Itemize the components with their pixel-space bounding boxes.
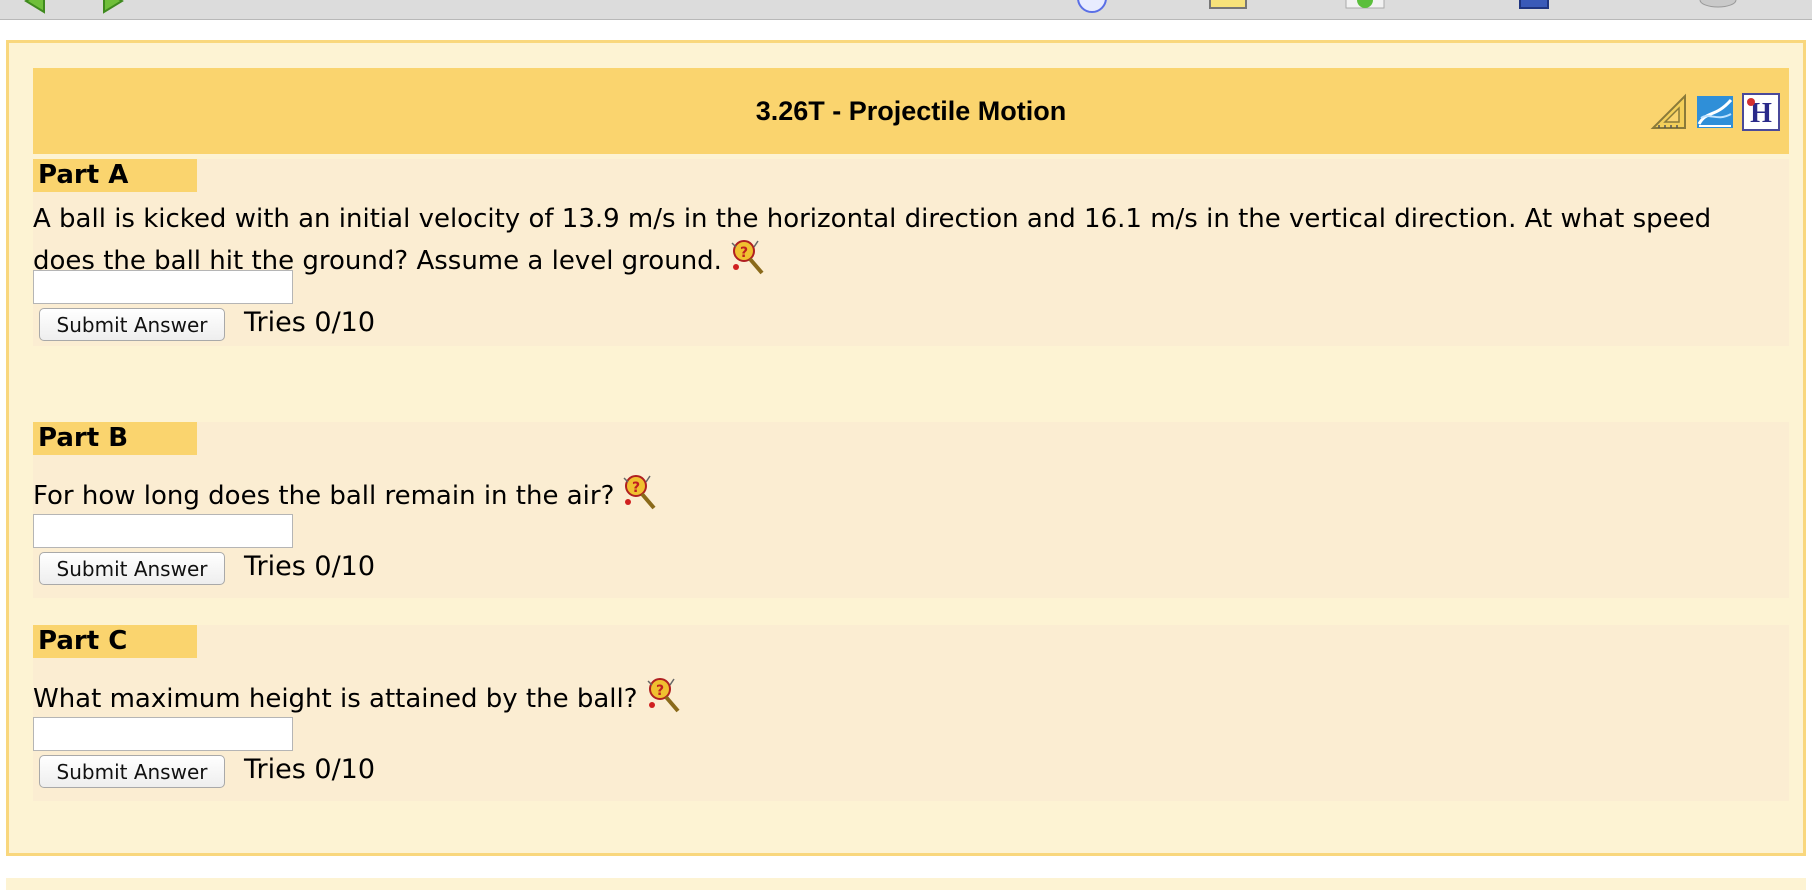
next-problem-panel [6,878,1806,890]
hint-icon[interactable]: ? [620,472,660,512]
back-arrow-icon[interactable] [20,0,50,18]
problem-header: 3.26T - Projectile Motion H [33,68,1789,154]
hint-icon[interactable]: ? [728,237,768,277]
part-b-answer-input[interactable] [33,514,293,548]
problem-title: 3.26T - Projectile Motion [755,96,1067,126]
part-b: Part B For how long does the ball remain… [33,422,1789,598]
part-a-answer-input[interactable] [33,270,293,304]
part-a-question-text: A ball is kicked with an initial velocit… [33,204,1712,276]
part-a-submit-button[interactable]: Submit Answer [39,308,225,341]
graph-icon[interactable] [1695,92,1735,132]
part-c-label: Part C [33,625,197,658]
clock-icon[interactable] [1074,0,1110,18]
forward-arrow-icon[interactable] [98,0,128,18]
part-a-label: Part A [33,159,197,192]
notepad-icon[interactable] [1208,0,1248,18]
calculator-icon[interactable] [1514,0,1554,18]
part-c-question: What maximum height is attained by the b… [33,675,1781,717]
part-c-answer-input[interactable] [33,717,293,751]
part-c: Part C What maximum height is attained b… [33,625,1789,801]
refresh-icon[interactable] [1344,0,1386,18]
part-b-question-text: For how long does the ball remain in the… [33,481,615,511]
part-b-submit-button[interactable]: Submit Answer [39,552,225,585]
part-b-tries: Tries 0/10 [244,551,376,582]
part-c-question-text: What maximum height is attained by the b… [33,684,638,714]
ruler-icon[interactable] [1649,92,1689,132]
part-c-tries: Tries 0/10 [244,754,376,785]
part-b-label: Part B [33,422,197,455]
part-a: Part A A ball is kicked with an initial … [33,159,1789,346]
help-icon[interactable]: H [1741,92,1781,132]
hint-icon[interactable]: ? [644,675,684,715]
part-a-question: A ball is kicked with an initial velocit… [33,202,1781,279]
part-a-tries: Tries 0/10 [244,307,376,338]
part-c-submit-button[interactable]: Submit Answer [39,755,225,788]
part-b-question: For how long does the ball remain in the… [33,472,1781,514]
svg-text:?: ? [740,245,748,261]
toolbar [0,0,1812,20]
problem-panel: 3.26T - Projectile Motion H Part A A bal… [6,40,1806,856]
svg-text:?: ? [632,480,640,496]
printer-icon[interactable] [1696,0,1740,18]
svg-text:?: ? [655,683,663,699]
header-tools: H [1649,92,1781,132]
